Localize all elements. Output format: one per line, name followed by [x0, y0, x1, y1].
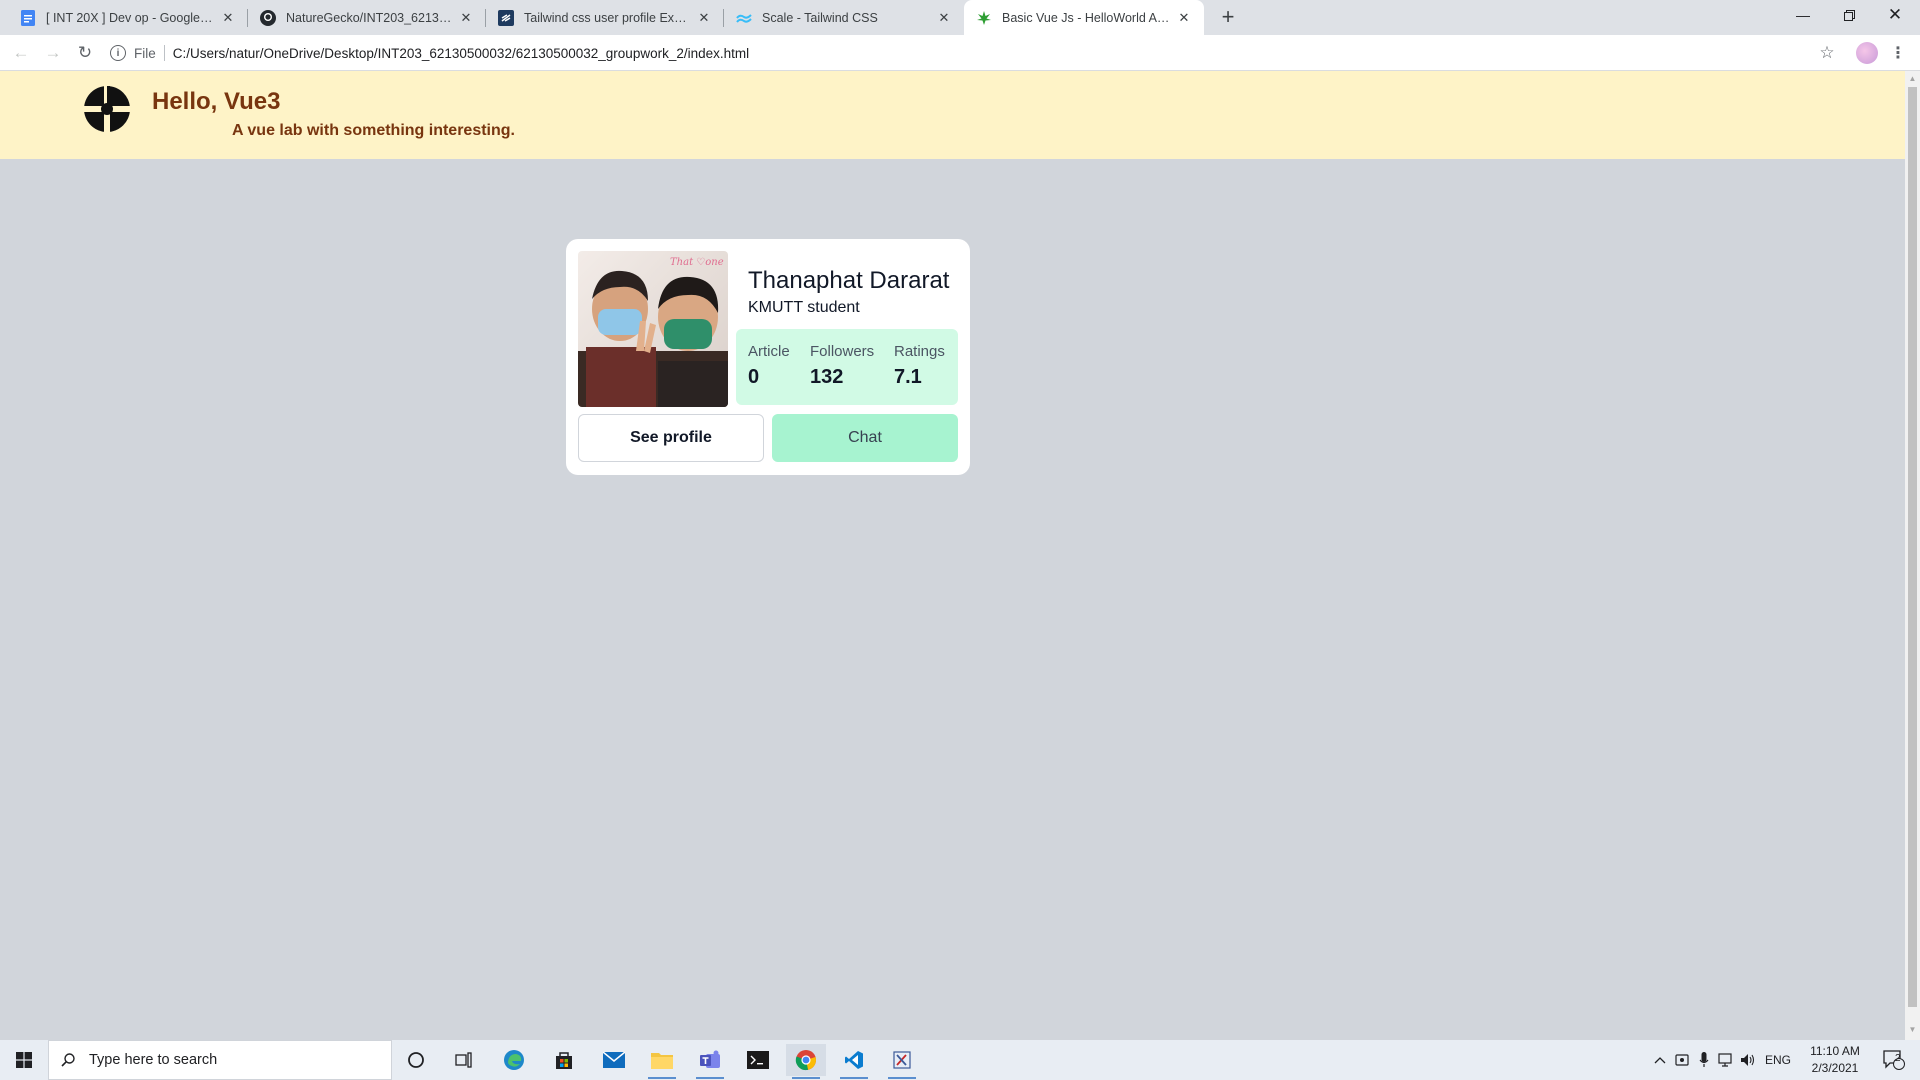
stat-article: Article 0: [748, 343, 790, 389]
profile-name: Thanaphat Dararat: [748, 267, 950, 294]
network-icon[interactable]: [1716, 1040, 1736, 1080]
scroll-down-icon[interactable]: ▼: [1908, 1025, 1917, 1035]
scheme-label: File: [134, 45, 156, 61]
tab-tailwind-example[interactable]: Tailwind css user profile Example ✕: [486, 0, 724, 35]
profile-role: KMUTT student: [748, 299, 860, 316]
volume-icon[interactable]: [1738, 1040, 1758, 1080]
mail-icon[interactable]: [594, 1044, 634, 1076]
tab-title: Basic Vue Js - HelloWorld App: [1002, 10, 1170, 25]
stat-followers: Followers 132: [810, 343, 874, 389]
close-tab-icon[interactable]: ✕: [936, 10, 952, 26]
close-tab-icon[interactable]: ✕: [1176, 10, 1192, 26]
meet-now-icon[interactable]: [1672, 1040, 1692, 1080]
github-icon: [260, 9, 276, 26]
app-header: Hello, Vue3 A vue lab with something int…: [0, 71, 1905, 159]
cortana-icon[interactable]: [396, 1044, 436, 1076]
app-logo-icon: [84, 86, 130, 132]
vscode-icon[interactable]: [834, 1044, 874, 1079]
see-profile-button[interactable]: See profile: [578, 414, 764, 462]
taskbar: Type here to search ENG 11:10 AM 2/3/202…: [0, 1040, 1920, 1080]
taskbar-clock[interactable]: 11:10 AM 2/3/2021: [1800, 1043, 1870, 1077]
microphone-icon[interactable]: [1694, 1040, 1714, 1080]
restore-icon[interactable]: [1826, 0, 1872, 30]
app-title: Hello, Vue3: [152, 88, 281, 115]
chrome-icon[interactable]: [786, 1044, 826, 1079]
bookmark-star-icon[interactable]: ☆: [1812, 38, 1842, 68]
close-window-icon[interactable]: ✕: [1872, 0, 1918, 30]
leaf-icon: [976, 10, 992, 26]
tailwind-icon: [736, 10, 752, 26]
close-tab-icon[interactable]: ✕: [220, 10, 236, 26]
stat-value: 0: [748, 366, 760, 388]
search-placeholder: Type here to search: [89, 1052, 218, 1068]
profile-photo: That ♡one: [578, 251, 728, 407]
app-subtitle: A vue lab with something interesting.: [232, 122, 515, 139]
browser-toolbar: ← → ↻ i File C:/Users/natur/OneDrive/Des…: [0, 35, 1920, 71]
scroll-up-icon[interactable]: ▲: [1908, 74, 1917, 84]
notification-count: 2: [1895, 1053, 1901, 1064]
stat-value: 7.1: [894, 366, 922, 388]
file-explorer-icon[interactable]: [642, 1044, 682, 1079]
stat-label: Followers: [810, 343, 875, 360]
search-icon: [61, 1053, 75, 1067]
stat-label: Ratings: [894, 343, 945, 360]
forward-arrow-icon[interactable]: →: [38, 38, 68, 68]
reload-icon[interactable]: ↻: [70, 38, 100, 68]
snipping-tool-icon[interactable]: [882, 1044, 922, 1079]
notifications-icon[interactable]: 2: [1876, 1040, 1912, 1080]
tab-github[interactable]: NatureGecko/INT203_621305000 ✕: [248, 0, 486, 35]
page-scrollbar[interactable]: ▲ ▼: [1905, 71, 1920, 1040]
task-view-icon[interactable]: [444, 1044, 484, 1076]
address-bar[interactable]: i File C:/Users/natur/OneDrive/Desktop/I…: [110, 38, 1830, 68]
tab-tailwind-scale[interactable]: Scale - Tailwind CSS ✕: [724, 0, 964, 35]
stat-label: Article: [748, 343, 790, 360]
tab-title: Tailwind css user profile Example: [524, 10, 690, 25]
taskbar-search-input[interactable]: Type here to search: [48, 1040, 392, 1080]
scrollbar-thumb[interactable]: [1908, 87, 1917, 1007]
tab-title: NatureGecko/INT203_621305000: [286, 10, 452, 25]
windows-start-icon[interactable]: [4, 1044, 44, 1076]
tailwind-example-icon: [498, 9, 514, 26]
edge-icon[interactable]: [494, 1044, 534, 1076]
back-arrow-icon[interactable]: ←: [6, 38, 36, 68]
teams-icon[interactable]: [690, 1044, 730, 1079]
new-tab-icon[interactable]: +: [1214, 0, 1242, 34]
docs-icon: [20, 9, 36, 26]
close-tab-icon[interactable]: ✕: [458, 10, 474, 26]
stat-value: 132: [810, 366, 844, 388]
menu-kebab-icon[interactable]: ⋮: [1888, 38, 1908, 68]
svg-text:That ♡one: That ♡one: [670, 257, 724, 268]
store-icon[interactable]: [544, 1044, 584, 1076]
profile-card: That ♡one Thanaphat Dararat KMUTT studen…: [566, 239, 970, 475]
profile-stats: Article 0 Followers 132 Ratings 7.1: [736, 329, 958, 405]
chat-button[interactable]: Chat: [772, 414, 958, 462]
info-icon[interactable]: i: [110, 45, 126, 61]
tab-strip: [ INT 20X ] Dev op - Google Docs ✕ Natur…: [0, 0, 1920, 35]
terminal-icon[interactable]: [738, 1044, 778, 1076]
url-text[interactable]: C:/Users/natur/OneDrive/Desktop/INT203_6…: [173, 46, 749, 61]
chevron-up-icon[interactable]: [1650, 1040, 1670, 1080]
tab-title: [ INT 20X ] Dev op - Google Docs: [46, 10, 214, 25]
page-viewport: Hello, Vue3 A vue lab with something int…: [0, 71, 1905, 1040]
language-indicator[interactable]: ENG: [1760, 1040, 1796, 1080]
stat-ratings: Ratings 7.1: [894, 343, 945, 389]
profile-avatar[interactable]: [1856, 42, 1878, 64]
close-tab-icon[interactable]: ✕: [696, 10, 712, 26]
tab-vue-app[interactable]: Basic Vue Js - HelloWorld App ✕: [964, 0, 1204, 35]
clock-time: 11:10 AM: [1810, 1044, 1860, 1058]
tab-title: Scale - Tailwind CSS: [762, 10, 878, 25]
clock-date: 2/3/2021: [1811, 1061, 1859, 1075]
tab-google-docs[interactable]: [ INT 20X ] Dev op - Google Docs ✕: [8, 0, 248, 35]
minimize-icon[interactable]: —: [1780, 0, 1826, 30]
